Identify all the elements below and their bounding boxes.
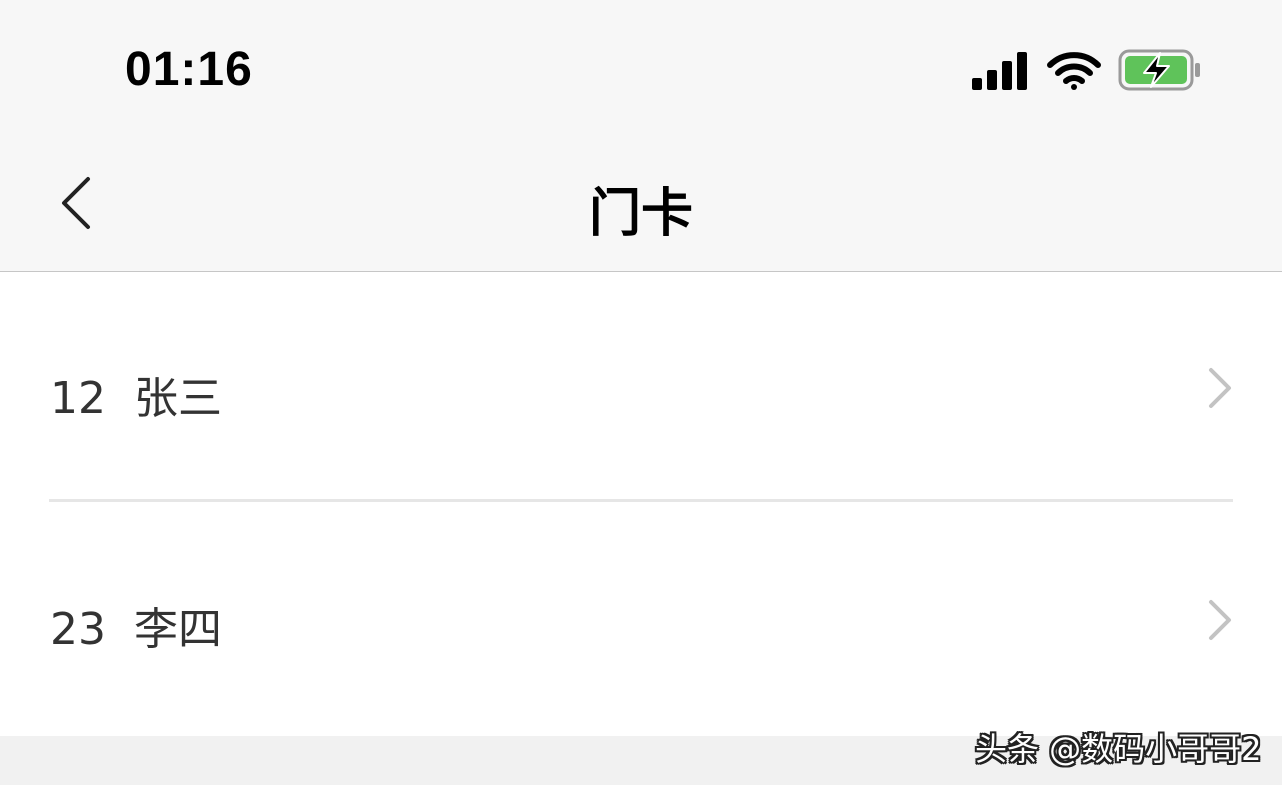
chevron-right-icon — [1209, 600, 1231, 640]
battery-charging-icon — [1118, 49, 1200, 91]
divider — [49, 499, 1233, 502]
status-bar: 01:16 — [0, 0, 1282, 135]
nav-bar: 门卡 — [0, 135, 1282, 272]
wifi-icon — [1047, 52, 1101, 90]
list-item-card-23[interactable]: 23 李四 — [0, 504, 1282, 734]
list-item-label: 12 张三 — [50, 373, 222, 424]
status-time: 01:16 — [125, 43, 253, 96]
list-item-label: 23 李四 — [50, 604, 222, 655]
page-title: 门卡 — [588, 184, 693, 244]
list-item-card-12[interactable]: 12 张三 — [0, 272, 1282, 502]
chevron-right-icon — [1209, 368, 1231, 408]
signal-icon — [972, 52, 1027, 90]
watermark: 头条 @数码小哥哥2 — [975, 730, 1262, 768]
card-list: 12 张三 23 李四 — [0, 272, 1282, 736]
